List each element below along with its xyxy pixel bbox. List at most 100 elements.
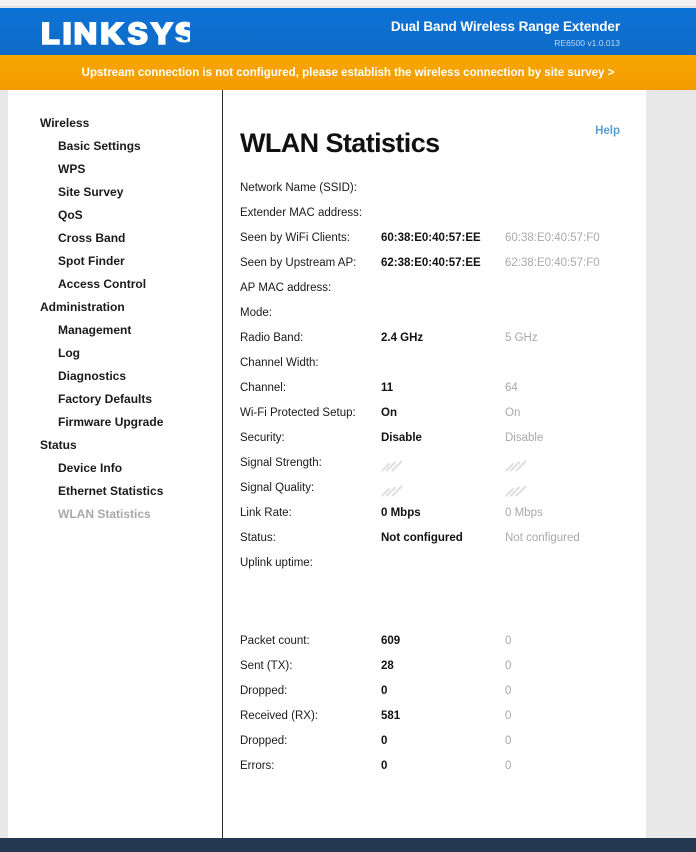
stat-row: Signal Quality: [240,476,640,501]
stat-label: Signal Strength: [240,457,322,469]
stat-value-5ghz: 0 [505,635,512,647]
stat-row: Radio Band: 2.4 GHz 5 GHz [240,326,640,351]
stat-row: Channel: 11 64 [240,376,640,401]
stat-row: Dropped: 0 0 [240,679,640,704]
upstream-notice-text[interactable]: Upstream connection is not configured, p… [0,55,696,90]
sidebar-item-ethernet-statistics[interactable]: Ethernet Statistics [8,480,222,503]
stat-value-5ghz: 0 [505,710,512,722]
stat-label: Channel Width: [240,357,319,369]
stat-value-5ghz: 64 [505,382,518,394]
stat-row: Errors: 0 0 [240,754,640,779]
stat-row: Channel Width: [240,351,640,376]
stat-label: Packet count: [240,635,310,647]
stat-label: Channel: [240,382,287,394]
stat-value-2ghz: 2.4 GHz [381,332,424,344]
stat-label: Uplink uptime: [240,557,313,569]
stat-row: Wi-Fi Protected Setup: On On [240,401,640,426]
stat-row: Seen by Upstream AP: 62:38:E0:40:57:EE 62:… [240,251,640,276]
sidebar-item-log[interactable]: Log [8,342,222,365]
stat-value-2ghz: 60:38:E0:40:57:EE [381,232,481,244]
sidebar-item-wps[interactable]: WPS [8,158,222,181]
main-content: WLAN Statistics Help Network Name (SSID)… [223,90,646,838]
stat-value-5ghz: 0 [505,660,512,672]
router-admin-page: ™ Dual Band Wireless Range Extender RE65… [0,0,696,852]
stat-row: AP MAC address: [240,276,640,301]
wlan-statistics-table: Network Name (SSID): Extender MAC address… [240,176,640,779]
upstream-notice-banner[interactable]: Upstream connection is not configured, p… [0,55,696,90]
help-link[interactable]: Help [595,125,620,137]
stat-value-5ghz: 0 [505,685,512,697]
stat-row: Dropped: 0 0 [240,729,640,754]
stat-value-5ghz: Disable [505,432,544,444]
stat-value-2ghz: 581 [381,710,401,722]
stat-label: Seen by WiFi Clients: [240,232,350,244]
stat-row: Link Rate: 0 Mbps 0 Mbps [240,501,640,526]
product-name: Dual Band Wireless Range Extender [390,19,620,34]
sidebar-nav: Wireless Basic Settings WPS Site Survey QoS C… [8,90,222,526]
stat-value-2ghz: 28 [381,660,394,672]
stat-value-2ghz: Not configured [381,532,463,544]
stat-row: Uplink uptime: [240,551,640,576]
product-identity: Dual Band Wireless Range Extender RE6500… [391,19,620,49]
sidebar-item-basic-settings[interactable]: Basic Settings [8,135,222,158]
sidebar-item-factory-defaults[interactable]: Factory Defaults [8,388,222,411]
footer-bar [0,838,696,852]
stat-value-2ghz: 0 Mbps [381,507,421,519]
signal-bars-icon [381,480,403,497]
stat-label: Seen by Upstream AP: [240,257,357,269]
sidebar-item-spot-finder[interactable]: Spot Finder [8,250,222,273]
browser-chrome-strip [0,0,696,7]
linksys-logo[interactable]: ™ [42,21,190,47]
stat-row: Mode: [240,301,640,326]
stat-row: Sent (TX): 28 0 [240,654,640,679]
signal-bars-icon [505,480,527,497]
sidebar-item-wlan-statistics: WLAN Statistics [58,507,151,521]
sidebar-group-wireless: Wireless [40,116,90,130]
stat-value-5ghz: 5 GHz [505,332,538,344]
stat-value-2ghz: 0 [381,760,388,772]
sidebar-group-administration: Administration [40,300,125,314]
app-header: ™ Dual Band Wireless Range Extender RE65… [0,8,696,55]
stat-value-2ghz: Disable [381,432,422,444]
stat-label: Wi-Fi Protected Setup: [240,407,356,419]
product-model-version: RE6500 v1.0.013 [554,38,620,48]
stat-label: Status: [240,532,276,544]
sidebar-item-qos[interactable]: QoS [8,204,222,227]
stat-value-5ghz: 60:38:E0:40:57:F0 [505,232,600,244]
stat-label: Security: [240,432,285,444]
stat-row: Extender MAC address: [240,201,640,226]
sidebar-item-firmware-upgrade[interactable]: Firmware Upgrade [8,411,222,434]
sidebar-item-management[interactable]: Management [8,319,222,342]
stat-row: Security: Disable Disable [240,426,640,451]
stat-value-2ghz: 0 [381,735,388,747]
sidebar-group-status: Status [40,438,77,452]
stat-label: Sent (TX): [240,660,293,672]
stat-label: Signal Quality: [240,482,315,494]
sidebar-item-diagnostics[interactable]: Diagnostics [8,365,222,388]
stat-label: Errors: [240,760,275,772]
sidebar-item-cross-band[interactable]: Cross Band [8,227,222,250]
stat-row: Signal Strength: [240,451,640,476]
stat-row: Status: Not configured Not configured [240,526,640,551]
sidebar-item-access-control[interactable]: Access Control [8,273,222,296]
stat-label: Dropped: [240,735,288,747]
stat-label: Received (RX): [240,710,318,722]
stat-label: Extender MAC address: [240,207,363,219]
sidebar-item-site-survey[interactable]: Site Survey [8,181,222,204]
stat-value-2ghz: 0 [381,685,388,697]
stat-label: Network Name (SSID): [240,182,357,194]
stat-label: Link Rate: [240,507,292,519]
stat-value-5ghz: 62:38:E0:40:57:F0 [505,257,600,269]
stat-value-5ghz: 0 Mbps [505,507,543,519]
stat-value-2ghz: 609 [381,635,401,647]
sidebar-item-device-info[interactable]: Device Info [8,457,222,480]
signal-bars-icon [381,455,403,472]
stat-value-2ghz: 62:38:E0:40:57:EE [381,257,481,269]
stat-row: Network Name (SSID): [240,176,640,201]
stat-row: Packet count: 609 0 [240,629,640,654]
stat-value-5ghz: 0 [505,735,512,747]
stat-value-5ghz: 0 [505,760,512,772]
stat-row: Received (RX): 581 0 [240,704,640,729]
stat-value-2ghz: On [381,407,397,419]
